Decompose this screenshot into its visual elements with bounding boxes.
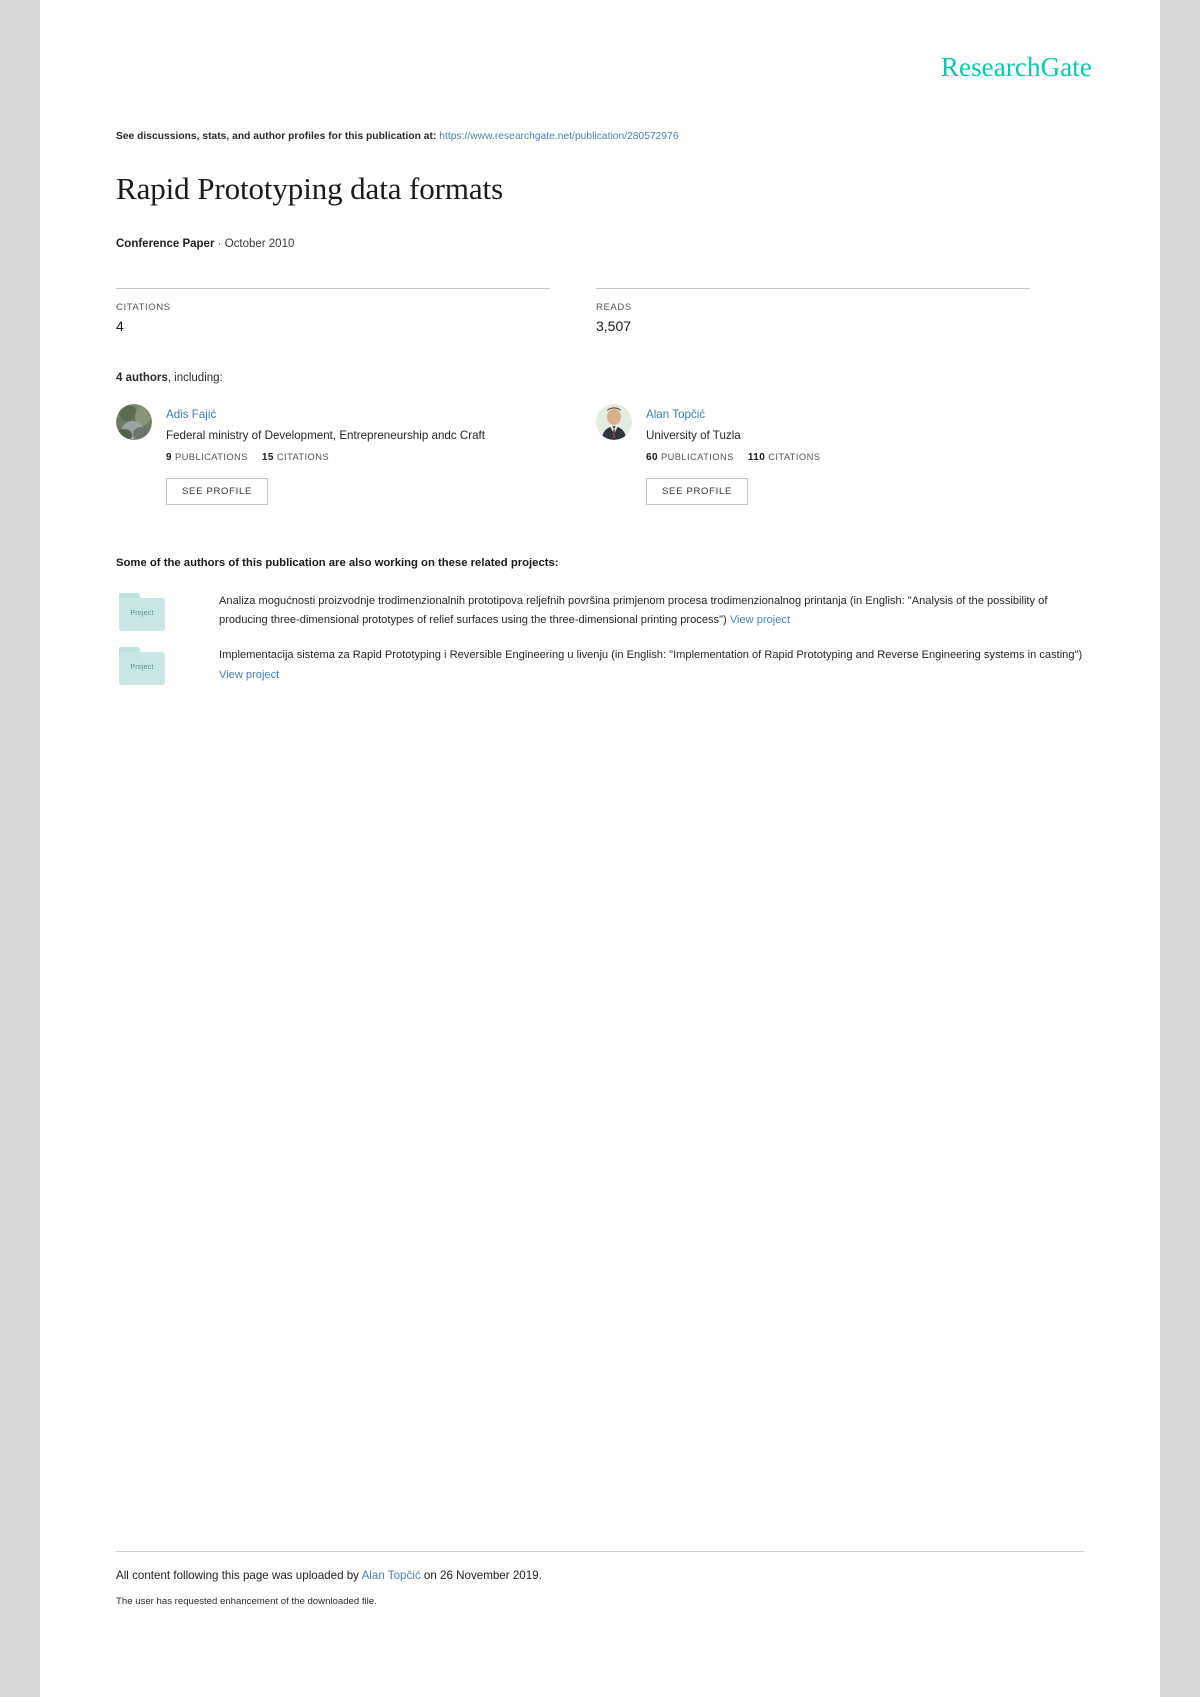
- project-description-wrap: Analiza mogućnosti proizvodnje trodimenz…: [219, 591, 1084, 631]
- author-name-link[interactable]: Alan Topčić: [646, 408, 705, 421]
- author-publications-count: 9: [166, 451, 172, 463]
- publication-cover-page: ResearchGate See discussions, stats, and…: [40, 0, 1160, 1697]
- enhancement-note: The user has requested enhancement of th…: [116, 1596, 377, 1607]
- project-folder-icon: Project: [119, 592, 165, 631]
- publication-url-link[interactable]: https://www.researchgate.net/publication…: [439, 131, 678, 142]
- author-citations-count: 110: [747, 451, 766, 463]
- footer: All content following this page was uplo…: [116, 1551, 1084, 1607]
- citations-label: CITATIONS: [116, 301, 171, 313]
- citations-divider: [116, 287, 550, 289]
- upload-suffix-text: on 26 November 2019.: [423, 1569, 542, 1582]
- citations-metric: CITATIONS 4: [116, 287, 550, 334]
- project-description: Analiza mogućnosti proizvodnje trodimenz…: [219, 594, 1048, 627]
- related-projects-heading: Some of the authors of this publication …: [116, 556, 559, 569]
- footer-divider: [116, 1551, 1084, 1552]
- see-profile-button[interactable]: SEE PROFILE: [646, 477, 748, 505]
- uploader-name-link[interactable]: Alan Topčić: [362, 1569, 421, 1582]
- citations-value: 4: [116, 317, 124, 334]
- publication-separator: ·: [217, 237, 222, 250]
- researchgate-logo[interactable]: ResearchGate: [941, 52, 1092, 83]
- project-item: Project Analiza mogućnosti proizvodnje t…: [116, 591, 1084, 631]
- author-card-2: Alan Topčić University of Tuzla 60 PUBLI…: [596, 403, 1030, 505]
- author-metrics: 9 PUBLICATIONS 15 CITATIONS: [166, 451, 550, 463]
- author-affiliation: University of Tuzla: [646, 428, 741, 442]
- author-affiliation: Federal ministry of Development, Entrepr…: [166, 428, 485, 442]
- view-project-link[interactable]: View project: [730, 614, 790, 626]
- project-folder-icon: Project: [119, 647, 165, 686]
- reads-label: READS: [596, 301, 632, 313]
- metrics-row: CITATIONS 4 READS 3,507: [116, 287, 1084, 334]
- reads-metric: READS 3,507: [596, 287, 1030, 334]
- authors-including-text: , including:: [167, 371, 223, 384]
- authors-heading: 4 authors, including:: [116, 372, 1084, 384]
- authors-count: 4 authors: [116, 371, 168, 384]
- author-citations-label: CITATIONS: [276, 450, 330, 462]
- author-publications-count: 60: [646, 451, 658, 463]
- publication-date: October 2010: [224, 237, 295, 250]
- author-card-1: Adis Fajić Federal ministry of Developme…: [116, 403, 550, 505]
- publication-meta: Conference Paper · October 2010: [116, 238, 1084, 250]
- view-project-link[interactable]: View project: [219, 669, 279, 681]
- project-icon-label: Project: [130, 664, 154, 672]
- see-profile-button[interactable]: SEE PROFILE: [166, 477, 268, 505]
- project-icon-label: Project: [130, 609, 154, 617]
- author-metrics: 60 PUBLICATIONS 110 CITATIONS: [646, 451, 1030, 463]
- project-description-wrap: Implementacija sistema za Rapid Prototyp…: [219, 645, 1084, 685]
- authors-grid: Adis Fajić Federal ministry of Developme…: [116, 403, 1084, 505]
- reads-value: 3,507: [596, 317, 632, 334]
- author-publications-label: PUBLICATIONS: [174, 450, 248, 462]
- discussion-line: See discussions, stats, and author profi…: [116, 131, 1084, 142]
- project-description: Implementacija sistema za Rapid Prototyp…: [219, 649, 1083, 662]
- author-publications-label: PUBLICATIONS: [660, 450, 734, 462]
- discussion-prefix-text: See discussions, stats, and author profi…: [116, 131, 437, 142]
- author-name-link[interactable]: Adis Fajić: [166, 408, 216, 421]
- upload-info-line: All content following this page was uplo…: [116, 1569, 1084, 1582]
- publication-type: Conference Paper: [116, 237, 215, 250]
- upload-prefix-text: All content following this page was uplo…: [116, 1569, 359, 1582]
- reads-divider: [596, 287, 1030, 289]
- author-citations-label: CITATIONS: [768, 450, 821, 462]
- author-citations-count: 15: [261, 451, 274, 463]
- avatar[interactable]: [116, 403, 152, 440]
- page-title: Rapid Prototyping data formats: [116, 171, 504, 206]
- avatar[interactable]: [596, 403, 632, 440]
- brand-header: ResearchGate: [40, 0, 1160, 83]
- project-item: Project Implementacija sistema za Rapid …: [116, 645, 1084, 686]
